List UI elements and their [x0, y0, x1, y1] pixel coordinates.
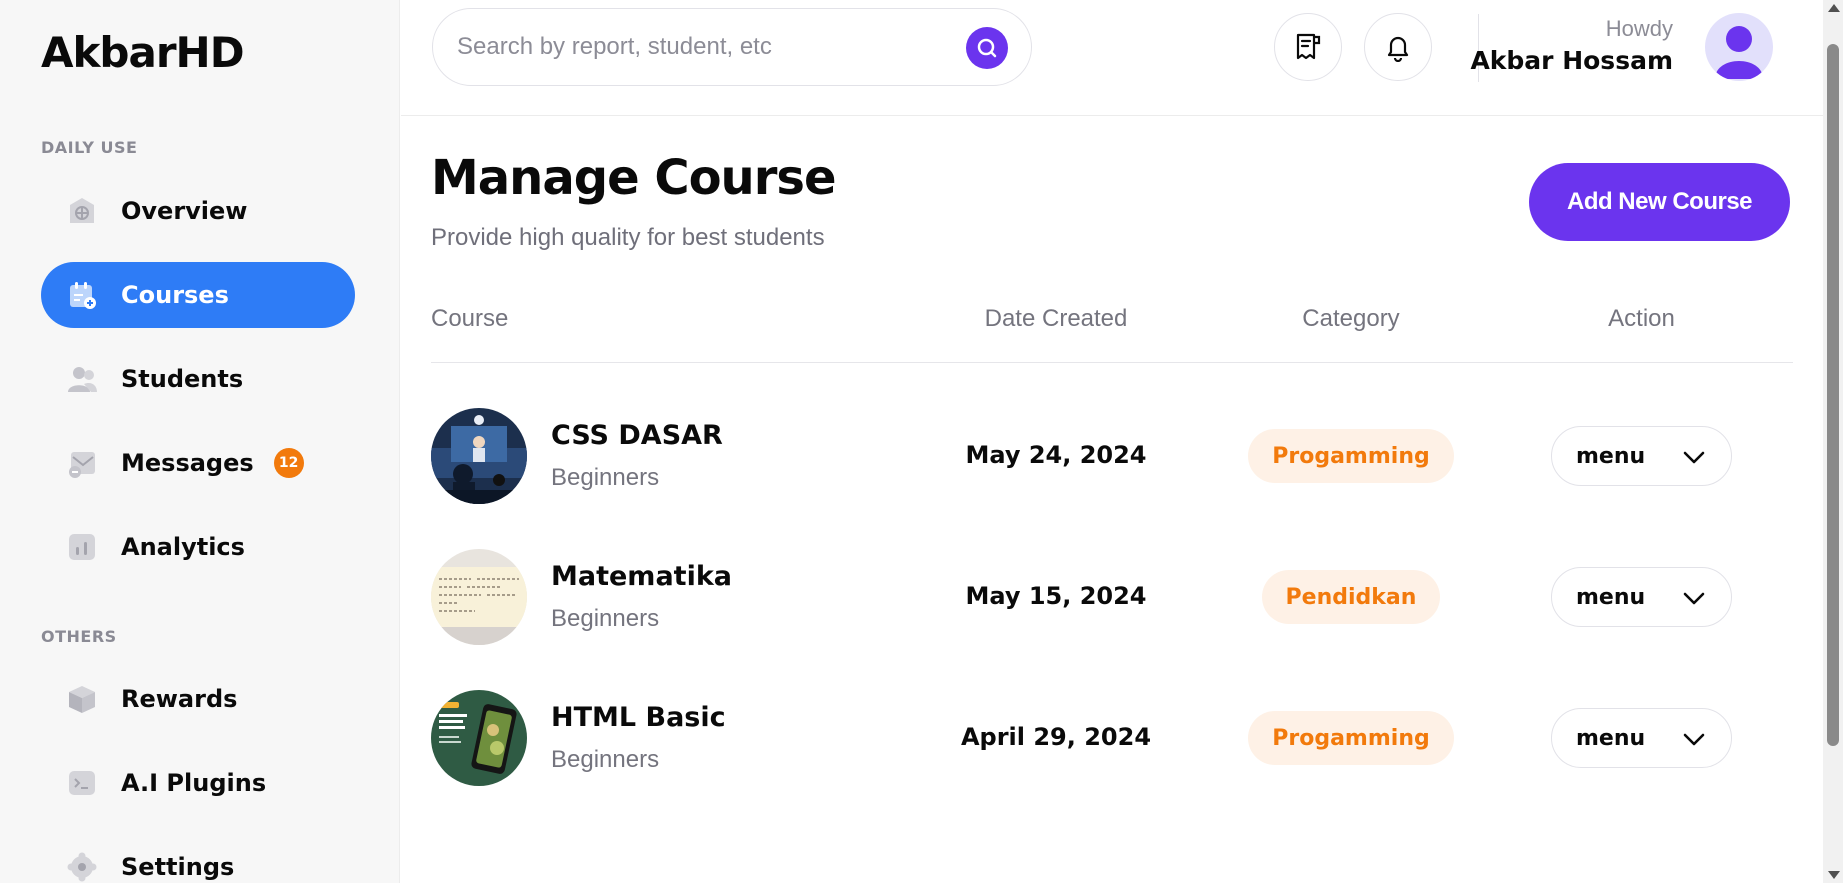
avatar[interactable] [1705, 13, 1773, 81]
course-name[interactable]: HTML Basic [551, 702, 726, 733]
sidebar-item-label: Overview [121, 197, 248, 225]
date-created: April 29, 2024 [960, 723, 1152, 751]
sidebar: AkbarHD DAILY USE Overview Courses Stude… [0, 0, 400, 883]
chevron-down-icon [1683, 592, 1705, 605]
section-label-daily-use: DAILY USE [41, 138, 138, 157]
page-title: Manage Course [431, 150, 837, 206]
vertical-scrollbar[interactable] [1823, 0, 1843, 883]
course-level: Beginners [551, 605, 660, 632]
column-header-action: Action [1608, 305, 1675, 332]
greeting-text: Howdy [1605, 16, 1673, 41]
category-badge: Progamming [1248, 711, 1454, 765]
notifications-button[interactable] [1364, 13, 1432, 81]
username: Akbar Hossam [1470, 46, 1673, 75]
course-thumbnail [431, 690, 527, 786]
table-row: HTML Basic Beginners April 29, 2024 Prog… [431, 690, 1793, 786]
scroll-down-arrow-icon[interactable] [1828, 871, 1840, 879]
date-created: May 15, 2024 [965, 582, 1147, 610]
sidebar-item-settings[interactable]: Settings [41, 834, 355, 883]
table-header-divider [431, 362, 1793, 363]
user-avatar-icon [1715, 26, 1763, 79]
sidebar-item-ai-plugins[interactable]: A.I Plugins [41, 750, 355, 816]
column-header-course: Course [431, 305, 509, 332]
sidebar-item-rewards[interactable]: Rewards [41, 666, 355, 732]
add-new-course-button[interactable]: Add New Course [1529, 163, 1790, 241]
section-label-others: OTHERS [41, 627, 117, 646]
menu-label: menu [1576, 584, 1646, 610]
users-icon [67, 364, 97, 394]
table-row: CSS DASAR Beginners May 24, 2024 Progamm… [431, 408, 1793, 504]
category-badge: Progamming [1248, 429, 1454, 483]
course-name[interactable]: Matematika [551, 561, 732, 592]
column-header-category: Category [1302, 305, 1400, 332]
overview-icon [67, 196, 97, 226]
sidebar-item-students[interactable]: Students [41, 346, 355, 412]
sidebar-item-label: A.I Plugins [121, 769, 267, 797]
menu-label: menu [1576, 443, 1646, 469]
calendar-add-icon [67, 280, 97, 310]
sidebar-item-messages[interactable]: Messages 12 [41, 430, 355, 496]
search-button[interactable] [966, 27, 1008, 69]
sidebar-item-label: Courses [121, 281, 229, 309]
sidebar-item-analytics[interactable]: Analytics [41, 514, 355, 580]
column-header-date-created: Date Created [984, 305, 1128, 332]
brand-logo[interactable]: AkbarHD [41, 28, 245, 77]
bar-chart-icon [67, 532, 97, 562]
course-name[interactable]: CSS DASAR [551, 420, 723, 451]
chevron-down-icon [1683, 733, 1705, 746]
search-icon [977, 38, 997, 58]
course-level: Beginners [551, 464, 660, 491]
search-input[interactable] [457, 33, 957, 61]
sidebar-item-label: Settings [121, 853, 235, 881]
chevron-down-icon [1683, 451, 1705, 464]
sidebar-item-label: Analytics [121, 533, 245, 561]
course-level: Beginners [551, 746, 660, 773]
course-thumbnail [431, 408, 527, 504]
sidebar-item-courses[interactable]: Courses [41, 262, 355, 328]
bell-icon [1387, 36, 1409, 62]
action-menu-button[interactable]: menu [1551, 708, 1732, 768]
report-button[interactable] [1274, 13, 1342, 81]
sidebar-item-label: Messages [121, 449, 254, 477]
action-menu-button[interactable]: menu [1551, 426, 1732, 486]
sidebar-item-label: Rewards [121, 685, 238, 713]
search-box [432, 8, 1032, 86]
box-icon [67, 684, 97, 714]
date-created: May 24, 2024 [965, 441, 1147, 469]
table-row: Matematika Beginners May 15, 2024 Pendid… [431, 549, 1793, 645]
terminal-icon [67, 768, 97, 798]
page-subtitle: Provide high quality for best students [431, 224, 825, 251]
messages-count-badge: 12 [273, 448, 304, 478]
top-bar: Howdy Akbar Hossam [401, 0, 1823, 116]
mail-icon [67, 448, 97, 478]
scrollbar-thumb[interactable] [1827, 44, 1839, 746]
category-badge: Pendidkan [1261, 570, 1441, 624]
menu-label: menu [1576, 725, 1646, 751]
course-thumbnail [431, 549, 527, 645]
action-menu-button[interactable]: menu [1551, 567, 1732, 627]
sidebar-item-overview[interactable]: Overview [41, 178, 355, 244]
gear-icon [67, 852, 97, 882]
sidebar-item-label: Students [121, 365, 244, 393]
scroll-up-arrow-icon[interactable] [1828, 4, 1840, 12]
receipt-icon [1296, 33, 1321, 60]
